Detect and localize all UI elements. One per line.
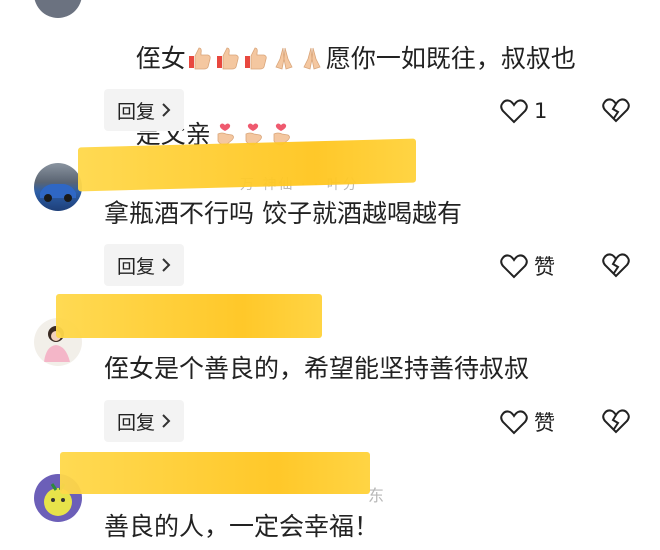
reply-button[interactable]: 回复 — [104, 244, 184, 286]
chevron-right-icon — [162, 414, 171, 428]
comment-text: 拿瓶酒不行吗 饺子就酒越喝越有 — [104, 199, 462, 228]
like-button[interactable]: 赞 — [500, 251, 555, 281]
like-label: 赞 — [534, 411, 555, 435]
reply-label: 回复 — [116, 411, 155, 434]
chevron-right-icon — [162, 103, 171, 117]
comment-text: 善良的人，一定会幸福！ — [104, 512, 380, 541]
chevron-right-icon — [162, 258, 171, 272]
avatar[interactable] — [34, 163, 82, 211]
like-button[interactable]: 1 — [500, 96, 547, 126]
reply-label: 回复 — [116, 255, 155, 278]
name-redaction — [56, 294, 322, 338]
thumbs-up-icon — [188, 47, 211, 70]
heart-outline-icon — [500, 99, 528, 124]
comment-text: 侄女是个善良的，希望能坚持善待叔叔 — [104, 354, 530, 383]
praying-hands-icon — [275, 47, 293, 70]
broken-heart-icon[interactable] — [602, 407, 630, 435]
like-count: 1 — [534, 99, 548, 123]
broken-heart-icon[interactable] — [602, 96, 630, 124]
avatar[interactable] — [34, 0, 82, 18]
like-label: 赞 — [534, 255, 555, 279]
thumbs-up-icon — [244, 47, 267, 70]
reply-button[interactable]: 回复 — [104, 400, 184, 442]
reply-label: 回复 — [116, 100, 155, 123]
reply-button[interactable]: 回复 — [104, 89, 184, 131]
name-redaction — [60, 452, 370, 494]
heart-outline-icon — [500, 410, 528, 435]
name-redaction — [78, 138, 416, 192]
praying-hands-icon — [303, 47, 321, 70]
car-avatar-icon — [40, 184, 76, 202]
heart-outline-icon — [500, 254, 528, 279]
thumbs-up-icon — [216, 47, 239, 70]
like-button[interactable]: 赞 — [500, 407, 555, 437]
commenter-name: 东 — [368, 486, 387, 505]
broken-heart-icon[interactable] — [602, 251, 630, 279]
